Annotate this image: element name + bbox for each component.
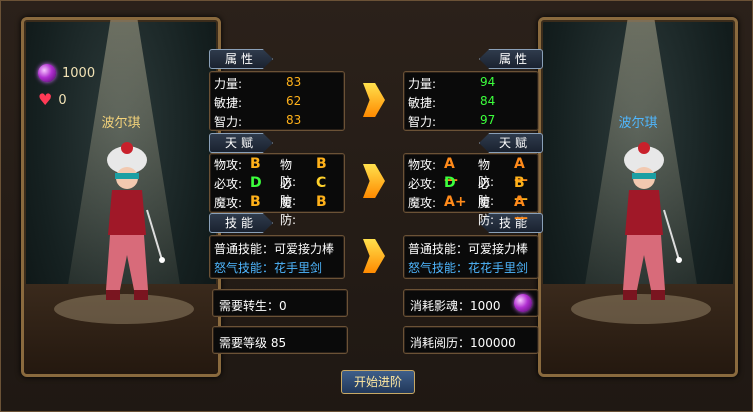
header-attr-right: 属性 <box>479 49 543 69</box>
talent-box-right: 物攻: A— 物防: A— 必攻: D 必防: B— 魔攻: A+ 魔防: A— <box>403 153 539 227</box>
attr-value: 94 <box>480 75 496 89</box>
level-text: 需要等级 85 <box>219 336 287 350</box>
gem-currency: 1000 <box>38 64 95 82</box>
soul-text: 消耗影魂：1000 <box>410 299 501 313</box>
skill-box-right: 普通技能：可爱接力棒 怒气技能：花花手里剑 <box>403 235 539 279</box>
character-name: 波尔琪 <box>101 116 141 131</box>
skill-box-left: 普通技能：可爱接力棒 怒气技能：花手里剑 <box>209 235 345 279</box>
talent-grade: A+ <box>444 194 467 210</box>
right-character-panel: 波尔琪 <box>538 17 738 377</box>
header-talent-left: 天赋 <box>209 133 273 153</box>
character-figure <box>623 142 682 300</box>
talent-row: 魔攻: A+ 魔防: A— <box>408 194 528 227</box>
attr-label: 敏捷: <box>408 96 437 110</box>
attr-value: 83 <box>286 75 302 89</box>
talent-grade: D <box>444 175 456 191</box>
purple-orb-icon <box>514 294 532 312</box>
exp-text: 消耗阅历：100000 <box>410 336 516 350</box>
attr-row: 力量: 94 <box>408 75 495 92</box>
attr-label: 力量: <box>408 77 437 91</box>
left-character-panel: 1000 ♥ 0 波尔琪 <box>21 17 221 377</box>
attr-label: 智力: <box>408 115 437 129</box>
header-attr-left: 属性 <box>209 49 273 69</box>
level-requirement: 需要等级 85 <box>212 326 348 354</box>
talent-row: 物攻: B 物防: B <box>214 156 327 189</box>
talent-grade: A— <box>514 194 528 226</box>
talent-grade: B <box>316 156 327 172</box>
talent-label: 必攻: <box>214 177 243 191</box>
attr-label: 智力: <box>214 115 243 129</box>
attr-row: 智力: 97 <box>408 113 495 130</box>
header-talent-right: 天赋 <box>479 133 543 153</box>
advance-window: 1000 ♥ 0 波尔琪 波尔琪 属性 天赋 技能 属性 天赋 技能 力量: 8… <box>0 0 753 412</box>
talent-label: 物攻: <box>408 158 437 172</box>
soul-cost: 消耗影魂：1000 <box>403 289 539 317</box>
talent-grade: B <box>250 156 261 172</box>
arrow-right-icon <box>363 239 385 273</box>
rebirth-text: 需要转生：0 <box>219 299 287 313</box>
talent-grade: C <box>316 175 327 191</box>
arrow-right-icon <box>363 164 385 198</box>
normal-skill: 普通技能：可爱接力棒 <box>408 242 529 256</box>
talent-row: 物攻: A— 物防: A— <box>408 156 528 189</box>
talent-row: 必攻: D 必防: B— <box>408 175 528 208</box>
heart-currency: ♥ 0 <box>38 92 67 108</box>
attr-value: 84 <box>480 94 496 108</box>
talent-grade: B <box>316 194 327 210</box>
attr-label: 敏捷: <box>214 96 243 110</box>
attr-value: 83 <box>286 113 302 127</box>
character-name: 波尔琪 <box>618 116 658 131</box>
attr-box-right: 力量: 94 敏捷: 84 智力: 97 <box>403 71 539 131</box>
heart-amount: 0 <box>58 92 67 108</box>
talent-label: 魔防: <box>280 196 297 227</box>
rage-skill: 怒气技能：花手里剑 <box>214 261 323 275</box>
talent-label: 魔攻: <box>408 196 437 210</box>
attr-box-left: 力量: 83 敏捷: 62 智力: 83 <box>209 71 345 131</box>
character-figure <box>106 142 165 300</box>
header-skill-left: 技能 <box>209 213 273 233</box>
talent-grade: D <box>250 175 262 191</box>
heart-icon: ♥ <box>38 90 53 109</box>
talent-label: 魔攻: <box>214 196 243 210</box>
gem-amount: 1000 <box>62 65 96 81</box>
talent-box-left: 物攻: B 物防: B 必攻: D 必防: C 魔攻: B 魔防: B <box>209 153 345 227</box>
rage-skill: 怒气技能：花花手里剑 <box>408 261 529 275</box>
attr-row: 智力: 83 <box>214 113 301 130</box>
attr-label: 力量: <box>214 77 243 91</box>
start-advance-button[interactable]: 开始进阶 <box>341 370 415 394</box>
talent-label: 物攻: <box>214 158 243 172</box>
normal-skill: 普通技能：可爱接力棒 <box>214 242 335 256</box>
talent-label: 必攻: <box>408 177 437 191</box>
talent-grade: B <box>250 194 261 210</box>
attr-row: 力量: 83 <box>214 75 301 92</box>
rebirth-requirement: 需要转生：0 <box>212 289 348 317</box>
arrow-right-icon <box>363 83 385 117</box>
attr-row: 敏捷: 84 <box>408 94 495 111</box>
attr-row: 敏捷: 62 <box>214 94 301 111</box>
purple-orb-icon <box>38 64 56 82</box>
talent-row: 必攻: D 必防: C <box>214 175 326 208</box>
talent-row: 魔攻: B 魔防: B <box>214 194 327 227</box>
talent-label: 魔防: <box>478 196 495 227</box>
attr-value: 97 <box>480 113 496 127</box>
exp-cost: 消耗阅历：100000 <box>403 326 539 354</box>
attr-value: 62 <box>286 94 302 108</box>
